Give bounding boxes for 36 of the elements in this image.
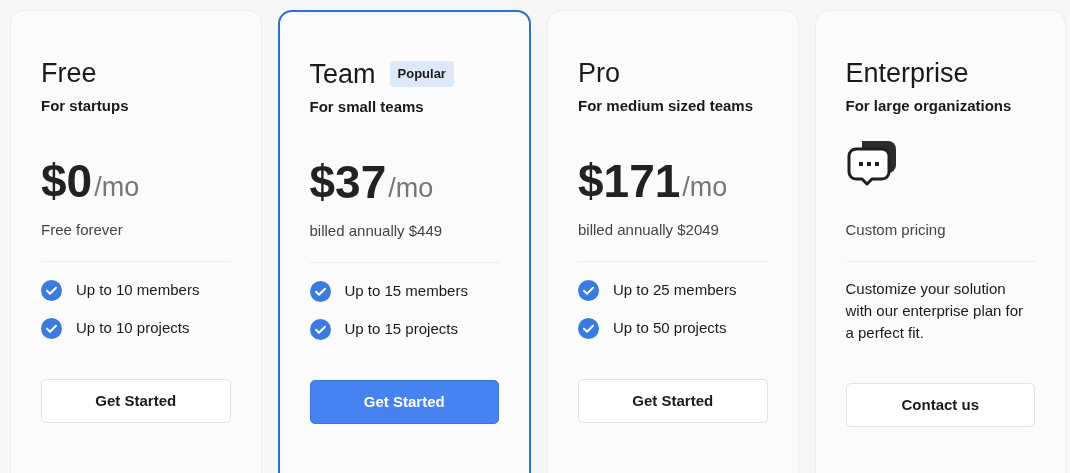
price-note: billed annually $2049 [578, 220, 720, 240]
feature-text: Up to 10 projects [76, 317, 190, 338]
plan-name: Team [309, 58, 376, 90]
price: $37 [309, 156, 387, 208]
price-note: Custom pricing [845, 220, 947, 240]
feature-text: Up to 10 members [76, 279, 200, 300]
check-icon [309, 318, 331, 340]
get-started-button[interactable]: Get Started [41, 379, 231, 423]
price-period: /mo [388, 172, 434, 205]
price: $171 [578, 155, 681, 207]
plan-subtitle: For large organizations [845, 96, 1013, 116]
check-icon [309, 280, 331, 302]
check-icon [41, 279, 62, 301]
plan-subtitle: For medium sized teams [578, 96, 755, 116]
price: $0 [41, 155, 93, 207]
price-period: /mo [682, 171, 728, 204]
plan-subtitle: For small teams [309, 97, 425, 117]
check-icon [578, 317, 599, 339]
get-started-button[interactable]: Get Started [309, 380, 499, 424]
plan-name: Pro [578, 57, 621, 89]
price-note: Free forever [41, 220, 124, 240]
plan-description: Customize your solution with our enterprise plan for a perfect fit. [845, 279, 1025, 343]
check-icon [41, 317, 62, 339]
price-note: billed annually $449 [309, 221, 444, 241]
plan-name: Free [41, 57, 97, 89]
plan-subtitle: For startups [41, 96, 130, 116]
check-icon [578, 279, 599, 301]
feature-text: Up to 25 members [613, 279, 737, 300]
plan-name: Enterprise [845, 57, 969, 89]
feature-text: Up to 15 projects [344, 318, 458, 339]
get-started-button[interactable]: Get Started [578, 379, 768, 423]
price-period: /mo [94, 171, 140, 204]
contact-button[interactable]: Contact us [845, 383, 1035, 427]
popular-badge: Popular [389, 61, 454, 87]
feature-text: Up to 15 members [344, 280, 468, 301]
feature-text: Up to 50 projects [613, 317, 727, 338]
